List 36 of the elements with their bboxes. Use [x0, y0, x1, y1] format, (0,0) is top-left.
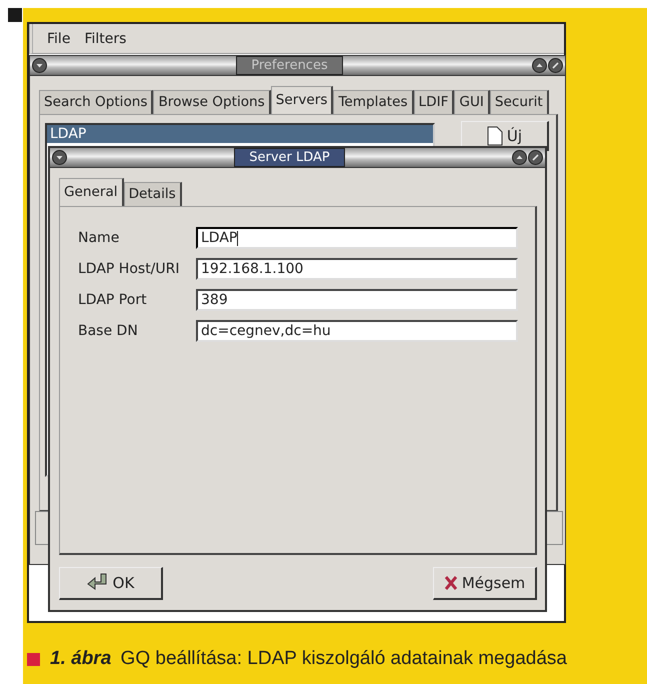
tab[interactable]: General [59, 178, 124, 206]
field-label: Base DN [78, 323, 139, 339]
input-field[interactable]: 192.168.1.100 [196, 258, 518, 280]
window-title: Preferences [236, 56, 343, 75]
tab[interactable]: Securit [490, 90, 549, 114]
tab[interactable]: Templates [333, 90, 414, 114]
input-field[interactable]: dc=cegnev,dc=hu [196, 320, 518, 342]
tab[interactable]: LDIF [414, 90, 454, 114]
field-label: LDAP Port [78, 292, 148, 308]
window-title: Server LDAP [234, 148, 345, 167]
figure-caption: 1. ábra GQ beállítása: LDAP kiszolgáló adatainak megadása [50, 648, 567, 670]
field-label: LDAP Host/URI [78, 261, 180, 277]
tab[interactable]: Search Options [39, 90, 154, 114]
list-item[interactable]: LDAP [47, 125, 433, 143]
ok-button[interactable]: OK [59, 567, 163, 600]
cancel-button[interactable]: Mégsem [433, 567, 537, 600]
close-icon[interactable] [548, 58, 563, 73]
input-field[interactable]: LDAP [196, 227, 518, 249]
cross-icon [444, 575, 458, 591]
corner-mark [8, 8, 22, 22]
tab[interactable]: Details [124, 182, 182, 206]
close-icon[interactable] [528, 150, 543, 165]
text-cursor [237, 230, 238, 246]
input-field[interactable]: 389 [196, 289, 518, 311]
tab[interactable]: GUI [454, 90, 490, 114]
window-menu-icon[interactable] [32, 58, 47, 73]
tab[interactable]: Browse Options [153, 90, 271, 114]
bullet-icon [27, 652, 40, 666]
maximize-icon[interactable] [512, 150, 527, 165]
maximize-icon[interactable] [532, 58, 547, 73]
menu-item[interactable]: File [47, 30, 70, 46]
field-label: Name [78, 230, 120, 246]
window-menu-icon[interactable] [52, 150, 67, 165]
tab[interactable]: Servers [270, 86, 334, 114]
menu-item[interactable]: Filters [84, 30, 126, 46]
enter-arrow-icon [86, 573, 109, 593]
